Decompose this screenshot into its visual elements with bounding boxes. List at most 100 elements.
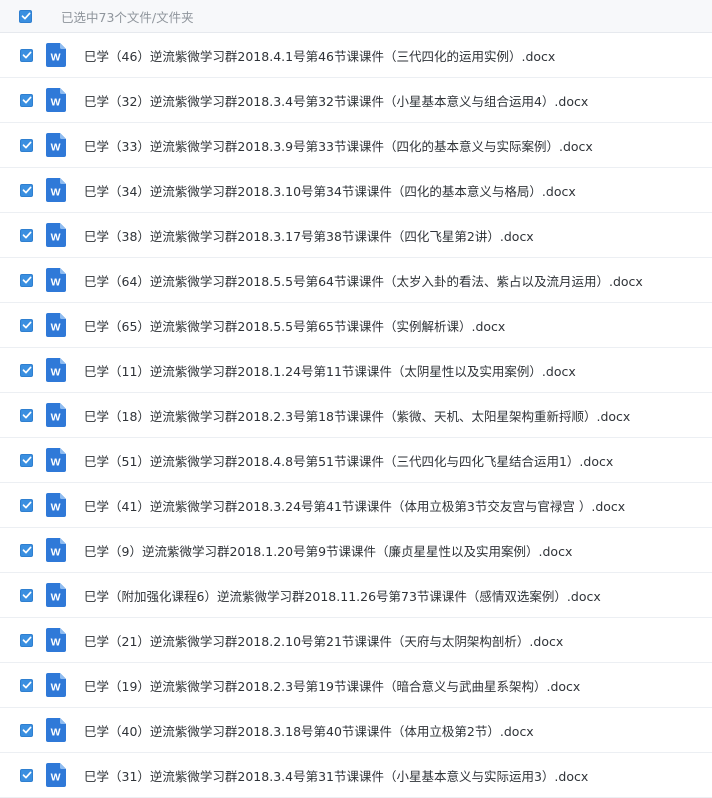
file-name[interactable]: 巳学（40）逆流紫微学习群2018.3.18号第40节课课件（体用立极第2节）.… [84, 721, 534, 740]
word-doc-icon: W [46, 628, 66, 652]
svg-text:W: W [51, 97, 61, 109]
word-doc-icon: W [46, 448, 66, 472]
word-doc-icon: W [46, 673, 66, 697]
file-name[interactable]: 巳学（31）逆流紫微学习群2018.3.4号第31节课课件（小星基本意义与实际运… [84, 766, 588, 785]
file-row[interactable]: W 巳学（40）逆流紫微学习群2018.3.18号第40节课课件（体用立极第2节… [0, 708, 712, 753]
file-row[interactable]: W 巳学（51）逆流紫微学习群2018.4.8号第51节课课件（三代四化与四化飞… [0, 438, 712, 483]
svg-text:W: W [51, 187, 61, 199]
svg-text:W: W [51, 637, 61, 649]
check-icon [22, 51, 31, 59]
file-name[interactable]: 巳学（附加强化课程6）逆流紫微学习群2018.11.26号第73节课课件（感情双… [84, 586, 601, 605]
file-row[interactable]: W 巳学（18）逆流紫微学习群2018.2.3号第18节课课件（紫微、天机、太阳… [0, 393, 712, 438]
check-icon [22, 411, 31, 419]
file-name[interactable]: 巳学（19）逆流紫微学习群2018.2.3号第19节课课件（暗合意义与武曲星系架… [84, 676, 580, 695]
word-doc-icon: W [46, 223, 66, 247]
file-name[interactable]: 巳学（38）逆流紫微学习群2018.3.17号第38节课课件（四化飞星第2讲）.… [84, 226, 534, 245]
file-checkbox[interactable] [20, 273, 33, 287]
check-icon [22, 546, 31, 554]
file-row[interactable]: W 巳学（9）逆流紫微学习群2018.1.20号第9节课课件（廉贞星星性以及实用… [0, 528, 712, 573]
word-doc-icon: W [46, 313, 66, 337]
file-name[interactable]: 巳学（11）逆流紫微学习群2018.1.24号第11节课课件（太阴星性以及实用案… [84, 361, 576, 380]
check-icon [22, 681, 31, 689]
svg-text:W: W [51, 322, 61, 334]
file-checkbox[interactable] [20, 138, 33, 152]
file-name[interactable]: 巳学（51）逆流紫微学习群2018.4.8号第51节课课件（三代四化与四化飞星结… [84, 451, 613, 470]
check-icon [22, 456, 31, 464]
word-doc-icon: W [46, 88, 66, 112]
file-name[interactable]: 巳学（34）逆流紫微学习群2018.3.10号第34节课课件（四化的基本意义与格… [84, 181, 576, 200]
word-doc-icon: W [46, 268, 66, 292]
file-checkbox[interactable] [20, 318, 33, 332]
svg-text:W: W [51, 457, 61, 469]
file-row[interactable]: W 巳学（31）逆流紫微学习群2018.3.4号第31节课课件（小星基本意义与实… [0, 753, 712, 798]
file-row[interactable]: W 巳学（19）逆流紫微学习群2018.2.3号第19节课课件（暗合意义与武曲星… [0, 663, 712, 708]
file-name[interactable]: 巳学（64）逆流紫微学习群2018.5.5号第64节课课件（太岁入卦的看法、紫占… [84, 271, 643, 290]
file-row[interactable]: W 巳学（38）逆流紫微学习群2018.3.17号第38节课课件（四化飞星第2讲… [0, 213, 712, 258]
check-icon [22, 96, 31, 104]
check-icon [22, 321, 31, 329]
word-doc-icon: W [46, 538, 66, 562]
file-checkbox[interactable] [20, 453, 33, 467]
file-checkbox[interactable] [20, 498, 33, 512]
file-row[interactable]: W 巳学（32）逆流紫微学习群2018.3.4号第32节课课件（小星基本意义与组… [0, 78, 712, 123]
selection-count-label: 已选中73个文件/文件夹 [61, 9, 194, 25]
file-name[interactable]: 巳学（65）逆流紫微学习群2018.5.5号第65节课课件（实例解析课）.doc… [84, 316, 505, 335]
file-name[interactable]: 巳学（18）逆流紫微学习群2018.2.3号第18节课课件（紫微、天机、太阳星架… [84, 406, 630, 425]
svg-text:W: W [51, 277, 61, 289]
svg-text:W: W [51, 547, 61, 559]
file-checkbox[interactable] [20, 408, 33, 422]
svg-text:W: W [51, 52, 61, 64]
svg-text:W: W [51, 772, 61, 784]
svg-text:W: W [51, 412, 61, 424]
file-row[interactable]: W 巳学（33）逆流紫微学习群2018.3.9号第33节课课件（四化的基本意义与… [0, 123, 712, 168]
file-checkbox[interactable] [20, 768, 33, 782]
check-icon [22, 591, 31, 599]
file-name[interactable]: 巳学（33）逆流紫微学习群2018.3.9号第33节课课件（四化的基本意义与实际… [84, 136, 593, 155]
file-checkbox[interactable] [20, 48, 33, 62]
check-icon [21, 12, 30, 20]
file-row[interactable]: W 巳学（21）逆流紫微学习群2018.2.10号第21节课课件（天府与太阴架构… [0, 618, 712, 663]
word-doc-icon: W [46, 403, 66, 427]
svg-text:W: W [51, 592, 61, 604]
file-row[interactable]: W 巳学（65）逆流紫微学习群2018.5.5号第65节课课件（实例解析课）.d… [0, 303, 712, 348]
check-icon [22, 366, 31, 374]
file-checkbox[interactable] [20, 93, 33, 107]
svg-text:W: W [51, 682, 61, 694]
file-name[interactable]: 巳学（46）逆流紫微学习群2018.4.1号第46节课课件（三代四化的运用实例）… [84, 46, 555, 65]
file-checkbox[interactable] [20, 588, 33, 602]
word-doc-icon: W [46, 583, 66, 607]
file-row[interactable]: W 巳学（附加强化课程6）逆流紫微学习群2018.11.26号第73节课课件（感… [0, 573, 712, 618]
select-all-checkbox[interactable] [19, 9, 32, 23]
file-checkbox[interactable] [20, 228, 33, 242]
check-icon [22, 141, 31, 149]
file-list: W 巳学（46）逆流紫微学习群2018.4.1号第46节课课件（三代四化的运用实… [0, 33, 712, 798]
file-name[interactable]: 巳学（41）逆流紫微学习群2018.3.24号第41节课课件（体用立极第3节交友… [84, 496, 625, 515]
file-row[interactable]: W 巳学（41）逆流紫微学习群2018.3.24号第41节课课件（体用立极第3节… [0, 483, 712, 528]
word-doc-icon: W [46, 178, 66, 202]
check-icon [22, 276, 31, 284]
file-row[interactable]: W 巳学（34）逆流紫微学习群2018.3.10号第34节课课件（四化的基本意义… [0, 168, 712, 213]
check-icon [22, 771, 31, 779]
check-icon [22, 231, 31, 239]
selection-header: 已选中73个文件/文件夹 [0, 0, 712, 33]
svg-text:W: W [51, 367, 61, 379]
file-row[interactable]: W 巳学（64）逆流紫微学习群2018.5.5号第64节课课件（太岁入卦的看法、… [0, 258, 712, 303]
check-icon [22, 636, 31, 644]
file-checkbox[interactable] [20, 543, 33, 557]
svg-text:W: W [51, 502, 61, 514]
file-name[interactable]: 巳学（9）逆流紫微学习群2018.1.20号第9节课课件（廉贞星星性以及实用案例… [84, 541, 572, 560]
check-icon [22, 726, 31, 734]
svg-text:W: W [51, 142, 61, 154]
file-checkbox[interactable] [20, 678, 33, 692]
file-checkbox[interactable] [20, 183, 33, 197]
file-name[interactable]: 巳学（21）逆流紫微学习群2018.2.10号第21节课课件（天府与太阴架构剖析… [84, 631, 563, 650]
file-row[interactable]: W 巳学（46）逆流紫微学习群2018.4.1号第46节课课件（三代四化的运用实… [0, 33, 712, 78]
file-checkbox[interactable] [20, 633, 33, 647]
file-checkbox[interactable] [20, 363, 33, 377]
svg-text:W: W [51, 727, 61, 739]
file-checkbox[interactable] [20, 723, 33, 737]
word-doc-icon: W [46, 133, 66, 157]
word-doc-icon: W [46, 358, 66, 382]
file-name[interactable]: 巳学（32）逆流紫微学习群2018.3.4号第32节课课件（小星基本意义与组合运… [84, 91, 588, 110]
file-row[interactable]: W 巳学（11）逆流紫微学习群2018.1.24号第11节课课件（太阴星性以及实… [0, 348, 712, 393]
